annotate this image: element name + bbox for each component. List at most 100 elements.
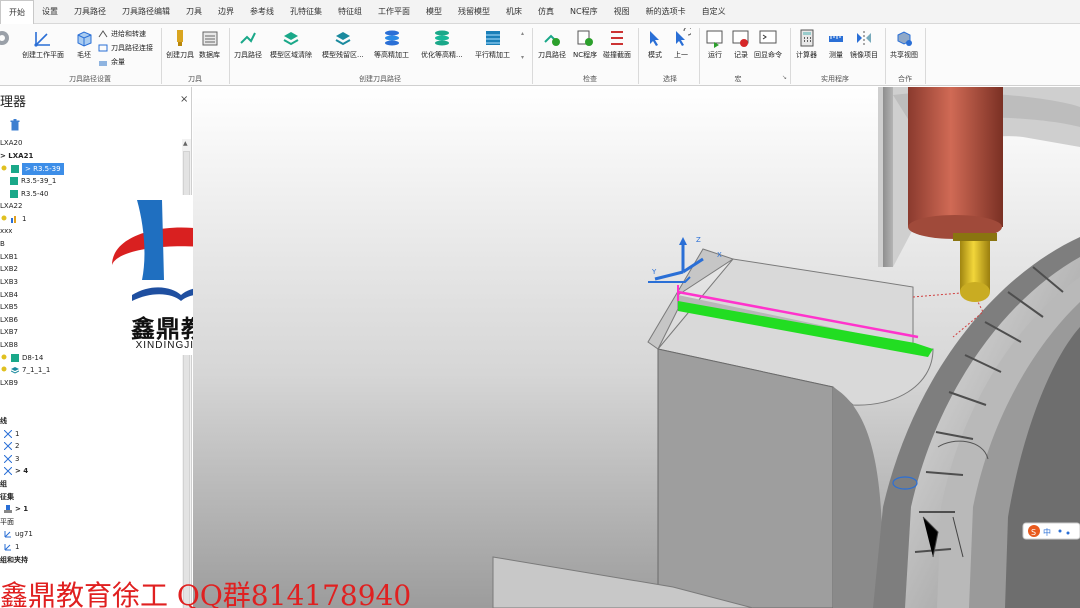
tab-tool[interactable]: 刀具 bbox=[178, 0, 210, 24]
tab-machine[interactable]: 机床 bbox=[498, 0, 530, 24]
tree-node[interactable]: 征集 bbox=[0, 491, 14, 503]
collision-section-button[interactable]: 碰撞截面 bbox=[603, 28, 631, 60]
record-macro-icon bbox=[732, 30, 749, 47]
pattern-icon bbox=[4, 442, 12, 450]
model-area-clear-button[interactable]: 模型区域清除 bbox=[270, 28, 312, 60]
tab-setup[interactable]: 设置 bbox=[34, 0, 66, 24]
tree-node[interactable]: 平面 bbox=[0, 516, 14, 528]
graphics-viewport[interactable]: Z X Y S 中 bbox=[193, 87, 1080, 608]
tree-node-label: D8-14 bbox=[22, 354, 44, 362]
group-select: 选择 bbox=[663, 75, 677, 83]
select-previous-label: 上一 bbox=[674, 51, 688, 59]
echo-command-button[interactable]: 回显命令 bbox=[754, 28, 782, 60]
opt-constant-z-button[interactable]: 优化等高精... bbox=[421, 28, 463, 60]
tree-node[interactable]: 3 bbox=[4, 453, 19, 465]
tree-node[interactable]: 7_1_1_1 bbox=[0, 364, 50, 376]
tree-node[interactable]: R3.5-40 bbox=[10, 188, 48, 200]
tree-node[interactable]: 组和夹持 bbox=[0, 554, 28, 566]
ribbon-divider bbox=[638, 28, 639, 84]
tree-node[interactable]: LXB5 bbox=[0, 301, 18, 313]
tool-database-button[interactable]: 数据库 bbox=[199, 28, 220, 60]
group-collaborate: 合作 bbox=[898, 75, 912, 83]
share-view-button[interactable]: 共享视图 bbox=[890, 28, 918, 60]
nc-program-check-button[interactable]: NC程序 bbox=[573, 28, 597, 60]
trash-icon[interactable] bbox=[10, 119, 20, 131]
tab-stock-model[interactable]: 残留模型 bbox=[450, 0, 498, 24]
group-macro: 宏 bbox=[734, 75, 742, 83]
tab-customize[interactable]: 自定义 bbox=[694, 0, 734, 24]
lightbulb-icon bbox=[1, 366, 7, 372]
tree-node[interactable]: LXA20 bbox=[0, 137, 22, 149]
tree-node[interactable]: B bbox=[0, 238, 5, 250]
tree-node[interactable]: LXB9 bbox=[0, 377, 18, 389]
tree-node-selected[interactable]: > R3.5-39 bbox=[0, 163, 64, 175]
scroll-up-icon[interactable]: ▲ bbox=[183, 140, 188, 147]
gear-icon[interactable] bbox=[0, 28, 12, 48]
tree-node-label: LXB2 bbox=[0, 265, 18, 273]
tab-simulation[interactable]: 仿真 bbox=[530, 0, 562, 24]
tree-node[interactable]: R3.5-39_1 bbox=[10, 175, 56, 187]
select-mode-button[interactable]: 模式 bbox=[645, 28, 665, 60]
toolpath-button[interactable]: 刀具路径 bbox=[234, 28, 262, 60]
tree-node[interactable]: LXB7 bbox=[0, 326, 18, 338]
tab-feature-group[interactable]: 特征组 bbox=[330, 0, 370, 24]
group-launcher-icon[interactable]: ↘ bbox=[782, 74, 787, 81]
tab-home[interactable]: 开始 bbox=[0, 0, 34, 24]
gallery-expand[interactable]: ▾ bbox=[521, 54, 524, 61]
tree-node[interactable]: 1 bbox=[4, 541, 19, 553]
calculator-label: 计算器 bbox=[796, 51, 817, 59]
tree-node[interactable]: LXB6 bbox=[0, 314, 18, 326]
tree-node[interactable]: 1 bbox=[0, 213, 26, 225]
close-icon[interactable]: × bbox=[180, 94, 188, 105]
tree-node[interactable]: LXA22 bbox=[0, 200, 22, 212]
tree-node[interactable]: > LXA21 bbox=[0, 150, 33, 162]
select-previous-button[interactable]: 上一 bbox=[671, 28, 691, 60]
tab-pattern[interactable]: 参考线 bbox=[242, 0, 282, 24]
tree-node-label: LXB8 bbox=[0, 341, 18, 349]
tree-node[interactable]: xxx bbox=[0, 225, 12, 237]
tab-boundary[interactable]: 边界 bbox=[210, 0, 242, 24]
leads-links-button[interactable]: 进给和转速 bbox=[98, 29, 146, 39]
tree-node[interactable]: LXB1 bbox=[0, 251, 18, 263]
tree-node[interactable]: LXB4 bbox=[0, 289, 18, 301]
tree-node[interactable]: > 4 bbox=[4, 465, 28, 477]
tree-node[interactable]: ug71 bbox=[4, 528, 33, 540]
mirror-button[interactable]: 镜像项目 bbox=[850, 28, 878, 60]
measure-icon bbox=[829, 36, 843, 42]
gallery-scroll[interactable]: ▴ bbox=[521, 30, 524, 37]
ime-indicator[interactable]: S 中 bbox=[1022, 522, 1080, 540]
toolpath-check-button[interactable]: 刀具路径 bbox=[538, 28, 566, 60]
tree-node[interactable]: D8-14 bbox=[0, 352, 43, 364]
tab-toolpath[interactable]: 刀具路径 bbox=[66, 0, 114, 24]
create-tool-button[interactable]: 创建刀具 bbox=[166, 28, 194, 60]
tree-node[interactable]: 2 bbox=[4, 440, 19, 452]
calculator-button[interactable]: 计算器 bbox=[796, 28, 817, 60]
tab-workplane[interactable]: 工作平面 bbox=[370, 0, 418, 24]
tab-hole-feature[interactable]: 孔特征集 bbox=[282, 0, 330, 24]
constant-z-finish-button[interactable]: 等高精加工 bbox=[374, 28, 409, 60]
tree-node[interactable]: LXB2 bbox=[0, 263, 18, 275]
tree-node[interactable]: 1 bbox=[4, 428, 19, 440]
tree-node[interactable]: LXB3 bbox=[0, 276, 18, 288]
create-workplane-button[interactable]: 创建工作平面 bbox=[22, 28, 64, 60]
tree-node[interactable]: 线 bbox=[0, 415, 7, 427]
tree-node-label: 征集 bbox=[0, 493, 14, 501]
macro-record-button[interactable]: 记录 bbox=[731, 28, 751, 60]
raster-finish-button[interactable]: 平行精加工 bbox=[475, 28, 510, 60]
model-rest-area-button[interactable]: 模型残留区... bbox=[322, 28, 364, 60]
tree-node-label: 组和夹持 bbox=[0, 556, 28, 564]
tab-new[interactable]: 新的选项卡 bbox=[638, 0, 694, 24]
tab-toolpath-edit[interactable]: 刀具路径编辑 bbox=[114, 0, 178, 24]
tree-node[interactable]: 组 bbox=[0, 478, 7, 490]
tab-nc-program[interactable]: NC程序 bbox=[562, 0, 606, 24]
tree-node[interactable]: > 1 bbox=[4, 503, 28, 515]
toolpath-connect-button[interactable]: 刀具路径连接 bbox=[98, 43, 153, 53]
macro-run-button[interactable]: 运行 bbox=[705, 28, 725, 60]
tab-view[interactable]: 视图 bbox=[606, 0, 638, 24]
tree-node[interactable]: LXB8 bbox=[0, 339, 18, 351]
allowance-button[interactable]: 余量 bbox=[98, 57, 125, 67]
tab-model[interactable]: 模型 bbox=[418, 0, 450, 24]
watermark-text: 鑫鼎教育徐工 QQ群814178940 bbox=[0, 579, 412, 608]
block-button[interactable]: 毛坯 bbox=[74, 28, 94, 60]
measure-button[interactable]: 测量 bbox=[826, 28, 846, 60]
